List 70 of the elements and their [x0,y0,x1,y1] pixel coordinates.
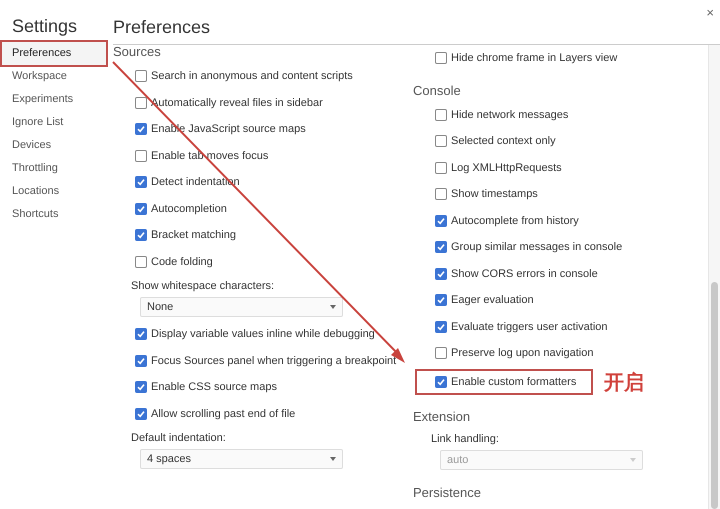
checkbox[interactable] [435,188,447,200]
checkbox-label: Preserve log upon navigation [451,347,594,360]
field-label: Show whitespace characters: [131,280,274,292]
sidebar-item[interactable]: Experiments [0,88,108,111]
field-label: Link handling: [431,432,499,444]
checkbox-label: Code folding [151,256,213,268]
caret-icon [330,457,336,461]
checkbox[interactable] [135,229,147,242]
section-heading: Console [413,82,461,98]
checkbox[interactable] [435,108,447,121]
annotation-note: 开启 [604,368,644,396]
checkbox[interactable] [435,135,447,148]
checkbox-label: Bracket matching [151,229,236,242]
select-dropdown[interactable]: 4 spaces [140,449,343,469]
section-heading: Persistence [413,484,481,500]
scrollbar[interactable] [708,45,720,509]
checkbox-label: Group similar messages in console [451,241,622,254]
checkbox[interactable] [135,256,147,268]
caret-icon [630,458,636,462]
checkbox[interactable] [135,328,147,340]
sidebar-item[interactable]: Ignore List [0,111,108,134]
checkbox[interactable] [135,70,147,82]
section-heading: Extension [413,408,470,424]
checkbox[interactable] [435,241,447,254]
checkbox-label: Autocompletion [151,202,227,215]
checkbox[interactable] [135,381,147,394]
checkbox-label: Show CORS errors in console [451,268,598,280]
checkbox-label: Autocomplete from history [451,214,579,227]
checkbox[interactable] [435,376,447,388]
field-label: Default indentation: [131,432,226,444]
sidebar-item[interactable]: Preferences [0,40,108,67]
checkbox-label: Hide network messages [451,108,568,121]
checkbox-label: Display variable values inline while debugging [151,328,375,340]
checkbox-label: Show timestamps [451,188,538,200]
sidebar-item[interactable]: Locations [0,180,108,203]
caret-icon [330,305,336,309]
select-dropdown[interactable]: None [140,297,343,317]
checkbox[interactable] [435,347,447,360]
checkbox[interactable] [435,214,447,227]
checkbox-label: Selected context only [451,135,556,148]
checkbox[interactable] [135,150,147,162]
checkbox-label: Log XMLHttpRequests [451,162,562,174]
page-title: Preferences [113,16,210,38]
checkbox[interactable] [435,162,447,174]
checkbox[interactable] [435,320,447,333]
checkbox[interactable] [435,268,447,280]
checkbox-label: Enable custom formatters [451,376,576,388]
checkbox[interactable] [435,52,447,64]
checkbox[interactable] [135,202,147,215]
checkbox-label: Evaluate triggers user activation [451,320,608,333]
sidebar-item[interactable]: Shortcuts [0,203,108,226]
checkbox[interactable] [135,354,147,367]
checkbox-label: Allow scrolling past end of file [151,408,296,420]
checkbox-label: Focus Sources panel when triggering a breakpoint [151,354,396,367]
checkbox[interactable] [135,96,147,109]
checkbox-label: Enable CSS source maps [151,381,277,394]
checkbox-label: Hide chrome frame in Layers view [451,52,618,64]
sidebar-item[interactable]: Devices [0,134,108,157]
checkbox[interactable] [135,176,147,188]
checkbox[interactable] [435,294,447,306]
close-button[interactable]: × [700,2,720,23]
settings-title: Settings [11,15,78,38]
sidebar-item[interactable]: Workspace [0,65,108,88]
checkbox[interactable] [135,408,147,420]
section-heading: Sources [113,44,161,59]
checkbox-label: Enable tab moves focus [151,150,268,162]
checkbox-label: Eager evaluation [451,294,534,306]
checkbox-label: Search in anonymous and content scripts [151,70,353,82]
sidebar-item[interactable]: Throttling [0,157,108,180]
checkbox[interactable] [135,123,147,136]
